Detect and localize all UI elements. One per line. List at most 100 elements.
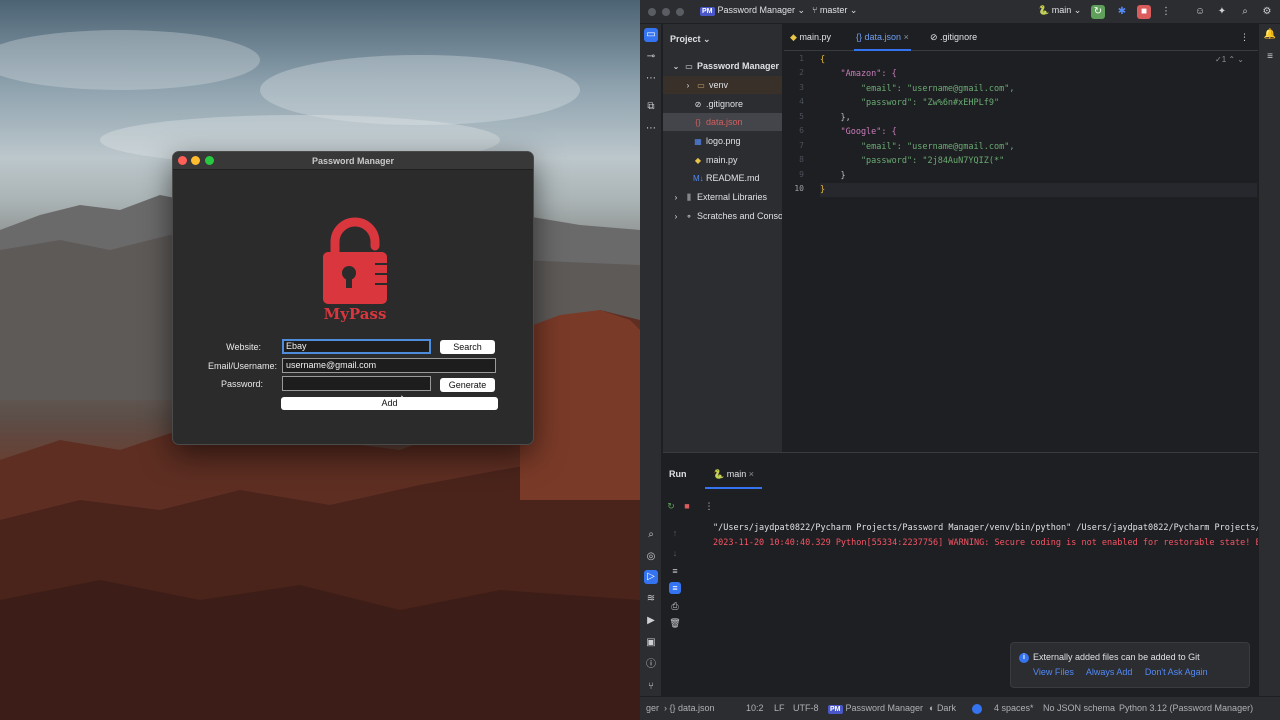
json-schema-widget[interactable]: No JSON schema [1043, 703, 1115, 713]
line-separator[interactable]: LF [774, 703, 785, 713]
add-button[interactable]: Add [281, 397, 498, 410]
left-tool-strip: ▭ ⊸ ⋯ ⧉ ⋯ ⌕ ◎ ▷ ≋ ▶ ▣ ⓘ ⑂ [640, 24, 662, 696]
tree-item-data-json[interactable]: {} data.json [663, 113, 782, 131]
structure-tool-icon[interactable]: ⋯ [644, 72, 658, 86]
account-icon[interactable]: ☺ [1193, 5, 1207, 19]
website-input[interactable]: Ebay [282, 339, 431, 354]
password-manager-window: Password Manager MyPass Website: Ebay Se… [172, 151, 534, 445]
run-tool-icon[interactable]: ▷ [644, 570, 658, 584]
generate-button[interactable]: Generate [440, 378, 495, 392]
run-config-selector[interactable]: 🐍 main ⌄ [1038, 5, 1081, 16]
scroll-down-icon[interactable]: ↓ [669, 547, 681, 559]
close-window-button[interactable] [178, 156, 187, 165]
project-panel: Project ⌄ ⌄ ▭ Password Manager › ▭ venv ⊘ .gi… [663, 24, 783, 452]
code-line: "Google": { [820, 127, 897, 137]
problems-tool-icon[interactable]: ⓘ [644, 658, 658, 672]
plugins-tool-icon[interactable]: ⧉ [644, 100, 658, 114]
database-icon[interactable]: ≡ [1263, 50, 1277, 64]
console-line: "/Users/jaydpat0822/Pycharm Projects/Pas… [713, 523, 1258, 533]
breadcrumb-file[interactable]: › {} data.json [664, 703, 715, 713]
stop-icon[interactable]: ■ [1137, 5, 1151, 19]
tree-item-scratches[interactable]: › ⚬ Scratches and Conso [663, 207, 782, 225]
git-tool-icon[interactable]: ⑂ [644, 680, 658, 694]
tree-item-main-py[interactable]: ◆ main.py [663, 151, 782, 169]
find-tool-icon[interactable]: ⌕ [644, 528, 658, 542]
code-line: "email": "username@gmail.com", [820, 84, 1015, 94]
run-panel-title: Run [669, 469, 687, 479]
zoom-window-button[interactable] [205, 156, 214, 165]
view-files-link[interactable]: View Files [1033, 667, 1074, 677]
close-window-button[interactable] [648, 8, 656, 16]
settings-gear-icon[interactable]: ⚙ [1260, 5, 1274, 19]
soft-wrap-icon[interactable]: ≡ [669, 565, 681, 577]
console-output[interactable]: "/Users/jaydpat0822/Pycharm Projects/Pas… [713, 521, 1258, 551]
python-packages-icon[interactable]: ◎ [644, 550, 658, 564]
code-line: { [820, 55, 826, 65]
trash-icon[interactable]: 🗑 [669, 617, 681, 629]
editor-tab-bar: ◆ main.py {} data.json × ⊘ .gitignore ⋮ [784, 24, 1258, 51]
tree-item-logo-png[interactable]: ▦ logo.png [663, 132, 782, 150]
tree-item-external-libraries[interactable]: › ⫼ External Libraries [663, 188, 782, 206]
tree-item-gitignore[interactable]: ⊘ .gitignore [663, 95, 782, 113]
zoom-window-button[interactable] [676, 8, 684, 16]
always-add-link[interactable]: Always Add [1086, 667, 1133, 677]
dont-ask-again-link[interactable]: Don't Ask Again [1145, 667, 1208, 677]
project-widget[interactable]: PM Password Manager [828, 703, 923, 714]
notification-message: Externally added files can be added to G… [1033, 652, 1200, 662]
email-input[interactable]: username@gmail.com [282, 358, 496, 373]
tree-item-readme[interactable]: M↓ README.md [663, 169, 782, 187]
rerun-icon[interactable]: ↻ [1091, 5, 1105, 19]
info-icon: i [1019, 653, 1029, 663]
tab-gitignore[interactable]: ⊘ .gitignore [930, 24, 977, 51]
scroll-to-end-icon[interactable]: ≡ [669, 582, 681, 594]
tree-item-venv[interactable]: › ▭ venv [663, 76, 782, 94]
scroll-up-icon[interactable]: ↑ [669, 527, 681, 539]
status-bar: ger › {} data.json 10:2 LF UTF-8 PM Passw… [640, 696, 1280, 720]
tab-options-icon[interactable]: ⋮ [1240, 24, 1249, 51]
more-tools-icon[interactable]: ⋯ [644, 122, 658, 136]
indent-widget[interactable]: 4 spaces* [994, 703, 1034, 713]
notifications-icon[interactable]: 🔔 [1263, 28, 1277, 42]
code-line: "password": "2j84AuN7YQIZ(*" [820, 156, 1005, 166]
code-line: } [820, 171, 846, 181]
interpreter-widget[interactable]: Python 3.12 (Password Manager) [1119, 703, 1253, 713]
console-warning-line: 2023-11-20 10:40:40.329 Python[55334:223… [713, 538, 1258, 548]
print-icon[interactable]: ⎙ [669, 600, 681, 612]
run-side-toolbar: ↑ ↓ ≡ ≡ ⎙ 🗑 [663, 491, 703, 691]
file-encoding[interactable]: UTF-8 [793, 703, 819, 713]
project-tool-icon[interactable]: ▭ [644, 28, 658, 42]
tree-item-root[interactable]: ⌄ ▭ Password Manager [663, 57, 782, 75]
terminal-tool-icon[interactable]: ▣ [644, 636, 658, 650]
code-line: "email": "username@gmail.com", [820, 142, 1015, 152]
search-icon[interactable]: ⌕ [1238, 5, 1252, 19]
commit-tool-icon[interactable]: ⊸ [644, 50, 658, 64]
run-tab-main[interactable]: 🐍 main × [705, 467, 763, 489]
project-panel-title[interactable]: Project ⌄ [670, 34, 711, 45]
minimize-window-button[interactable] [191, 156, 200, 165]
close-tab-icon[interactable]: × [749, 469, 754, 479]
caret-position[interactable]: 10:2 [746, 703, 764, 713]
more-options-icon[interactable]: ⋮ [703, 500, 715, 512]
more-options-icon[interactable]: ⋮ [1159, 5, 1173, 19]
theme-widget[interactable]: ◐ Dark [929, 703, 956, 713]
search-button[interactable]: Search [440, 340, 495, 354]
services-tool-icon[interactable]: ▶ [644, 614, 658, 628]
password-input[interactable] [282, 376, 431, 391]
window-titlebar: Password Manager [173, 152, 533, 170]
minimize-window-button[interactable] [662, 8, 670, 16]
tab-data-json[interactable]: {} data.json × [854, 24, 911, 51]
code-editor[interactable]: { "Amazon": { "email": "username@gmail.c… [820, 52, 1258, 444]
close-tab-icon[interactable]: × [904, 32, 909, 42]
window-title: Password Manager [311, 156, 395, 166]
debug-icon[interactable]: ✱ [1115, 5, 1129, 19]
inspection-widget[interactable]: ✓1 ⌃ ⌄ [1215, 55, 1244, 64]
layers-tool-icon[interactable]: ≋ [644, 592, 658, 606]
tab-main-py[interactable]: ◆ main.py [790, 24, 831, 51]
status-dot-icon [972, 704, 982, 714]
ai-assistant-icon[interactable]: ✦ [1215, 5, 1229, 19]
code-line: "password": "Zw%6n#xEHPLf9" [820, 98, 1000, 108]
branch-switcher[interactable]: ⑂ master ⌄ [812, 5, 857, 16]
email-label: Email/Username: [207, 361, 277, 371]
ide-toolbar: PM Password Manager ⌄ ⑂ master ⌄ 🐍 main ⌄… [640, 0, 1280, 24]
project-switcher[interactable]: PM Password Manager ⌄ [700, 5, 805, 16]
